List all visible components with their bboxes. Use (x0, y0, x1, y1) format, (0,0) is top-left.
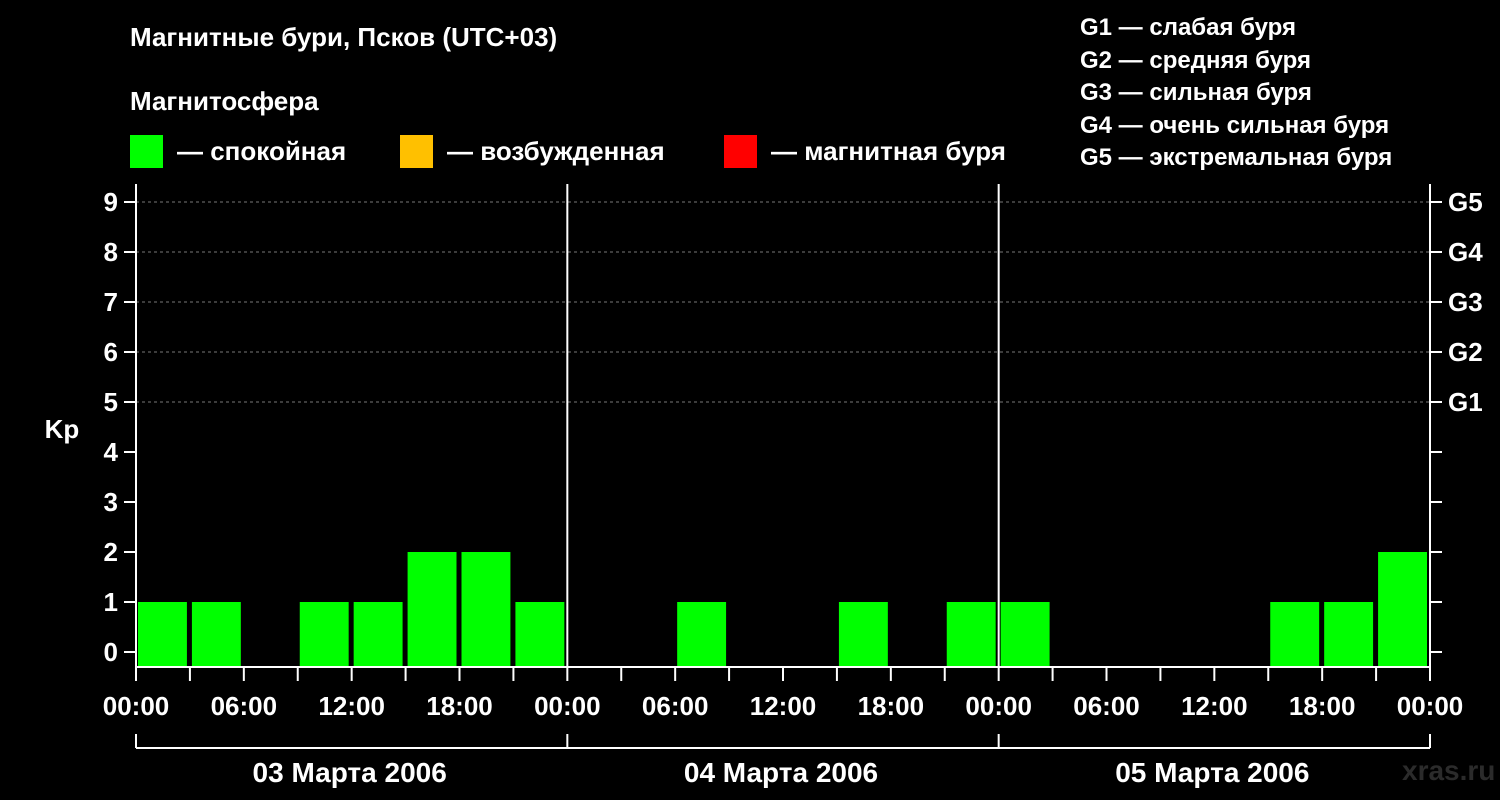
x-tick-label: 00:00 (103, 691, 170, 721)
x-tick-label: 06:00 (211, 691, 278, 721)
x-tick-label: 00:00 (534, 691, 601, 721)
g-scale-tick-label: G4 (1448, 237, 1483, 267)
kp-bar (1000, 602, 1050, 667)
x-tick-label: 12:00 (750, 691, 817, 721)
kp-bar (838, 602, 888, 667)
g-scale-tick-label: G1 (1448, 387, 1483, 417)
kp-bar (515, 602, 565, 667)
x-tick-label: 00:00 (965, 691, 1032, 721)
x-tick-label: 18:00 (858, 691, 925, 721)
kp-bar (1378, 552, 1427, 667)
y-tick-label: 2 (104, 537, 118, 567)
kp-bar (353, 602, 403, 667)
kp-bar (946, 602, 996, 667)
kp-bar (1270, 602, 1320, 667)
y-tick-label: 9 (104, 187, 118, 217)
x-tick-label: 18:00 (426, 691, 493, 721)
kp-bar (407, 552, 457, 667)
g-scale-tick-label: G2 (1448, 337, 1483, 367)
g-scale-tick-label: G5 (1448, 187, 1483, 217)
y-tick-label: 5 (104, 387, 118, 417)
kp-bar (138, 602, 187, 667)
x-tick-label: 18:00 (1289, 691, 1356, 721)
y-tick-label: 8 (104, 237, 118, 267)
y-axis-label: Kp (45, 414, 80, 444)
g-scale-tick-label: G3 (1448, 287, 1483, 317)
kp-bar (299, 602, 349, 667)
kp-bar (191, 602, 241, 667)
kp-bar-chart: 0 1 2 3 4 5 6 7 8 9 G1 G2 G3 G4 G5 Kp 00:00 06:00 12:00 18:… (45, 184, 1483, 788)
y-tick-label: 6 (104, 337, 118, 367)
day-label: 04 Марта 2006 (684, 757, 878, 788)
y-tick-label: 1 (104, 587, 118, 617)
watermark: xras.ru (1402, 755, 1496, 786)
kp-bar (677, 602, 727, 667)
x-tick-label: 06:00 (642, 691, 709, 721)
y-tick-label: 0 (104, 637, 118, 667)
y-tick-label: 4 (104, 437, 119, 467)
x-tick-label: 06:00 (1073, 691, 1140, 721)
kp-bar (461, 552, 511, 667)
x-tick-label: 12:00 (1181, 691, 1248, 721)
day-label: 05 Марта 2006 (1115, 757, 1309, 788)
kp-bar (1324, 602, 1374, 667)
y-tick-label: 3 (104, 487, 118, 517)
x-tick-label: 12:00 (318, 691, 385, 721)
y-tick-label: 7 (104, 287, 118, 317)
x-tick-label: 00:00 (1397, 691, 1464, 721)
day-label: 03 Марта 2006 (253, 757, 447, 788)
